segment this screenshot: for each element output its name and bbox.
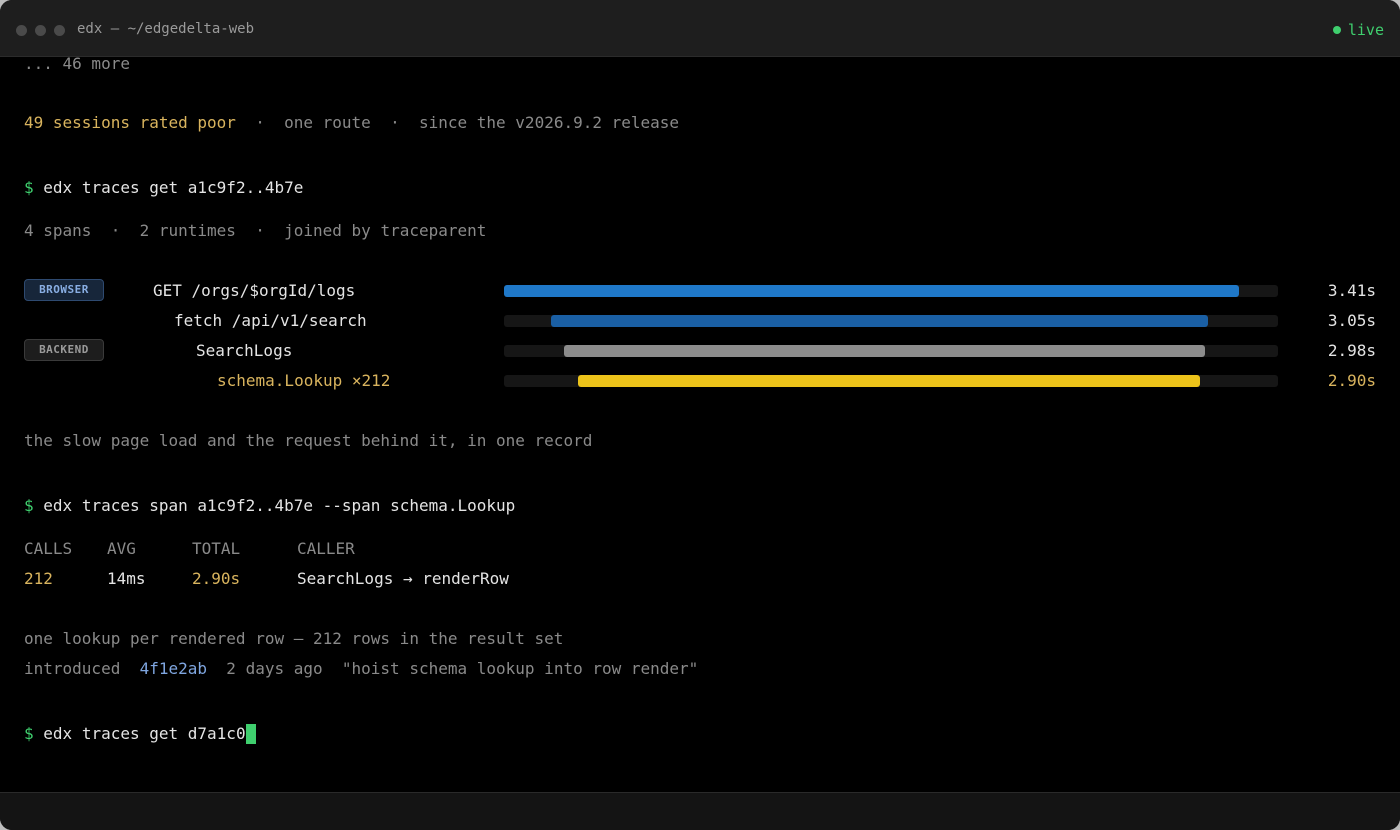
span-name[interactable]: GET /orgs/$orgId/logs [153,281,355,301]
live-status: live [1332,21,1384,39]
table-cell-avg: 14ms [107,569,146,588]
span-duration: 2.98s [1327,341,1376,360]
span-track [504,315,1278,327]
table-header-avg: AVG [107,539,136,558]
commit-hash-link[interactable]: 4f1e2ab [140,659,207,678]
table-cell-total: 2.90s [192,569,241,588]
span-track [504,345,1278,357]
span-duration: 2.90s [1327,371,1376,390]
note-line-2: one lookup per rendered row — 212 rows i… [24,629,564,648]
span-name[interactable]: SearchLogs [196,341,292,361]
span-bar [551,315,1209,327]
table-cell-calls: 212 [24,569,53,588]
span-bar [504,285,1239,297]
command-line-1: $ edx traces get a1c9f2..4b7e [24,178,304,197]
live-dot-icon [1332,25,1341,34]
maximize-window-button[interactable] [54,25,65,36]
terminal-output[interactable]: ... 46 more 49 sessions rated poor · one… [0,54,1400,792]
summary-line: 49 sessions rated poor · one route · sin… [24,113,680,132]
summary-highlight: 49 sessions rated poor [24,113,236,132]
span-track [504,375,1278,387]
span-name[interactable]: fetch /api/v1/search [174,311,367,331]
live-status-label: live [1347,21,1384,39]
title-bar: edx — ~/edgedelta-web live [0,0,1400,57]
command-line-3[interactable]: $ edx traces get d7a1c0 [24,724,256,744]
span-duration: 3.41s [1327,281,1376,300]
more-line: ... 46 more [24,54,130,73]
window-title: edx — ~/edgedelta-web [77,21,255,37]
table-header-caller: CALLER [297,539,355,558]
span-duration: 3.05s [1327,311,1376,330]
status-bar [0,792,1400,830]
span-bar [577,375,1200,387]
runtime-badge-backend: BACKEND [24,339,104,361]
span-bar [564,345,1206,357]
table-cell-caller: SearchLogs → renderRow [297,569,509,588]
close-window-button[interactable] [16,25,27,36]
command-input[interactable]: edx traces get d7a1c0 [43,724,245,743]
commit-message: "hoist schema lookup into row render" [341,659,699,678]
runtime-badge-browser: BROWSER [24,279,104,301]
minimize-window-button[interactable] [35,25,46,36]
note-line-1: the slow page load and the request behin… [24,431,593,450]
table-header-total: TOTAL [192,539,241,558]
trace-meta-line: 4 spans · 2 runtimes · joined by tracepa… [24,221,487,240]
span-track [504,285,1278,297]
terminal-window: edx — ~/edgedelta-web live ... 46 more 4… [0,0,1400,830]
command-line-2: $ edx traces span a1c9f2..4b7e --span sc… [24,496,516,515]
span-name[interactable]: schema.Lookup ×212 [217,371,390,391]
table-header-calls: CALLS [24,539,73,558]
introduced-line: introduced 4f1e2ab 2 days ago "hoist sch… [24,659,699,678]
text-cursor [245,724,256,744]
